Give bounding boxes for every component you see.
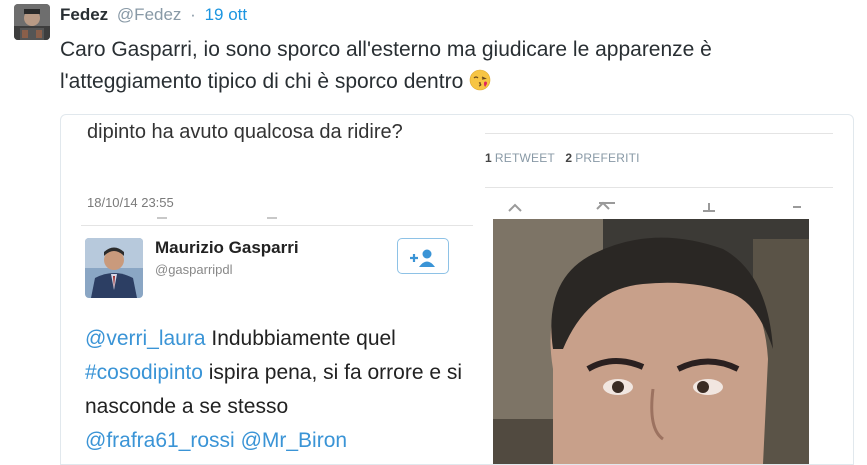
previous-tweet-timestamp: 18/10/14 23:55 — [87, 195, 174, 210]
screenshot-right-panel: 1 RETWEET 2 PREFERITI — [485, 115, 853, 464]
favorites-count: 2 — [565, 151, 573, 165]
tweet-text-content: Caro Gasparri, io sono sporco all'estern… — [60, 38, 712, 93]
kiss-emoji-icon — [469, 69, 491, 101]
quoted-author-handle: @gasparripdl — [155, 262, 233, 277]
quoted-author-name: Maurizio Gasparri — [155, 238, 299, 257]
divider-bottom — [485, 187, 833, 188]
author-avatar[interactable] — [14, 4, 50, 40]
author-name[interactable]: Fedez — [60, 5, 108, 24]
engagement-stats: 1 RETWEET 2 PREFERITI — [485, 151, 640, 165]
quoted-text-part1: Indubbiamente quel — [205, 327, 396, 350]
retweet-count: 1 — [485, 151, 492, 165]
hashtag-cosodipinto: #cosodipinto — [85, 361, 203, 384]
mention-mr-biron: @Mr_Biron — [240, 429, 348, 452]
mention-frafra61-rossi: @frafra61_rossi — [85, 429, 235, 452]
tweet-text: Caro Gasparri, io sono sporco all'estern… — [60, 34, 850, 101]
add-user-icon — [410, 249, 435, 268]
quoted-tweet-text: @verri_laura Indubbiamente quel #cosodip… — [85, 322, 475, 458]
previous-tweet-text: dipinto ha avuto qualcosa da ridire? — [87, 121, 403, 143]
attached-image[interactable]: dipinto ha avuto qualcosa da ridire? 18/… — [60, 114, 854, 465]
separator-dot: · — [190, 5, 196, 24]
follow-button — [397, 238, 449, 274]
quoted-tweet-card: Maurizio Gasparri @gasparripdl @verri_la… — [81, 225, 475, 464]
divider-top — [485, 133, 833, 134]
tweet-header: Fedez @Fedez · 19 ott — [60, 4, 247, 26]
tweet-date[interactable]: 19 ott — [205, 5, 248, 24]
retweet-label: RETWEET — [494, 151, 555, 165]
tweet: Fedez @Fedez · 19 ott Caro Gasparri, io … — [0, 0, 867, 465]
author-handle[interactable]: @Fedez — [117, 5, 182, 24]
faded-action-icons — [508, 201, 801, 212]
gasparri-photo — [493, 219, 809, 464]
quoted-author-avatar — [85, 238, 143, 298]
favorites-label: PREFERITI — [575, 151, 640, 165]
faded-action-row — [157, 217, 277, 219]
mention-verri-laura: @verri_laura — [85, 327, 206, 350]
